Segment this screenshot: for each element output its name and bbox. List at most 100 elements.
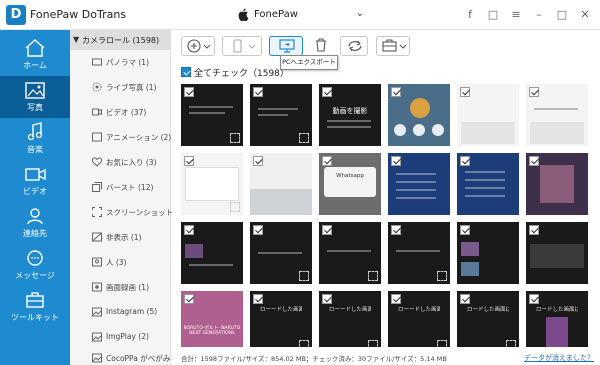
photo-thumbnail[interactable]: Whatsapp	[319, 153, 381, 215]
album-item[interactable]: バースト (12)	[70, 177, 171, 197]
thumb-checkbox[interactable]	[391, 294, 401, 304]
device-selector[interactable]: FonePaw ⌄	[238, 6, 364, 24]
album-item[interactable]: スクリーンショット (1490)	[70, 202, 200, 222]
thumb-checkbox[interactable]	[460, 156, 470, 166]
album-label: お気に入り (3)	[106, 158, 157, 167]
photo-thumbnail[interactable]	[388, 84, 450, 146]
thumb-checkbox[interactable]	[322, 294, 332, 304]
maximize-icon[interactable]: □	[553, 6, 571, 24]
delete-icon	[316, 38, 326, 52]
photo-thumbnail[interactable]	[319, 222, 381, 284]
expand-icon[interactable]	[299, 271, 309, 281]
delete-button[interactable]	[311, 36, 331, 56]
thumb-checkbox[interactable]	[184, 225, 194, 235]
photo-thumbnail[interactable]	[250, 222, 312, 284]
expand-icon[interactable]	[437, 340, 447, 347]
thumb-checkbox[interactable]	[322, 225, 332, 235]
photo-thumbnail[interactable]	[526, 84, 588, 146]
nav-item-video[interactable]: ビデオ	[0, 160, 70, 202]
expand-icon[interactable]	[299, 133, 309, 143]
nav-item-photos[interactable]: 写真	[0, 76, 70, 118]
photo-thumbnail[interactable]	[181, 222, 243, 284]
expand-icon[interactable]	[506, 340, 516, 347]
minimize-icon[interactable]: –	[530, 6, 548, 24]
panorama-icon	[92, 58, 102, 66]
export-to-device-button[interactable]	[222, 36, 262, 56]
thumb-checkbox[interactable]	[391, 225, 401, 235]
thumb-checkbox[interactable]	[460, 294, 470, 304]
album-camera-roll[interactable]: ▼ カメラロール (1598)	[70, 30, 171, 50]
expand-icon[interactable]	[437, 271, 447, 281]
photo-thumbnail[interactable]	[181, 84, 243, 146]
photo-thumbnail[interactable]: ロードした画面はありません	[526, 291, 588, 347]
nav-item-messages[interactable]: メッセージ	[0, 244, 70, 286]
thumb-checkbox[interactable]	[322, 87, 332, 97]
nav-item-music[interactable]: 音楽	[0, 118, 70, 160]
photo-thumbnail[interactable]	[388, 222, 450, 284]
expand-icon[interactable]	[368, 271, 378, 281]
album-item[interactable]: ImgPlay (2)	[70, 327, 171, 347]
close-icon[interactable]: ✕	[576, 6, 594, 24]
thumb-checkbox[interactable]	[460, 87, 470, 97]
photo-thumbnail[interactable]	[526, 153, 588, 215]
thumb-checkbox[interactable]	[253, 156, 263, 166]
thumb-checkbox[interactable]	[184, 294, 194, 304]
data-lost-link[interactable]: データが消えました？	[524, 353, 594, 363]
photo-thumbnail[interactable]	[457, 153, 519, 215]
thumb-checkbox[interactable]	[184, 87, 194, 97]
thumb-checkbox[interactable]	[253, 87, 263, 97]
album-item[interactable]: 画面録画 (1)	[70, 277, 171, 297]
nav-item-toolkit[interactable]: ツールキット	[0, 286, 70, 328]
nav-item-contacts[interactable]: 連絡先	[0, 202, 70, 244]
photo-thumbnail[interactable]: ローードした画面はありません	[388, 291, 450, 347]
photo-thumbnail[interactable]	[388, 153, 450, 215]
album-item[interactable]: CocoPPa がべがみ (2)	[70, 348, 183, 365]
album-item[interactable]: ライブ写真 (1)	[70, 77, 171, 97]
menu-icon[interactable]: ≡	[507, 6, 525, 24]
caret-down-icon[interactable]: ▼	[73, 35, 79, 44]
photo-thumbnail[interactable]: ロードした画面はありません	[457, 291, 519, 347]
photo-thumbnail[interactable]: ローードした画面はありません	[319, 291, 381, 347]
nav-item-home[interactable]: ホーム	[0, 34, 70, 76]
album-item[interactable]: 人 (3)	[70, 252, 171, 272]
photo-thumbnail[interactable]	[526, 222, 588, 284]
album-item[interactable]: パノラマ (1)	[70, 52, 171, 72]
thumb-checkbox[interactable]	[391, 156, 401, 166]
thumb-checkbox[interactable]	[529, 87, 539, 97]
export-to-pc-button[interactable]	[269, 36, 303, 56]
album-label: Instagram (5)	[106, 307, 158, 316]
thumb-checkbox[interactable]	[391, 87, 401, 97]
photo-thumbnail[interactable]	[457, 84, 519, 146]
thumb-checkbox[interactable]	[460, 225, 470, 235]
expand-icon[interactable]	[230, 202, 240, 212]
album-item[interactable]: 非表示 (1)	[70, 227, 171, 247]
photo-thumbnail[interactable]	[250, 84, 312, 146]
photo-thumbnail[interactable]	[457, 222, 519, 284]
expand-icon[interactable]	[368, 340, 378, 347]
thumb-checkbox[interactable]	[529, 225, 539, 235]
add-button[interactable]	[181, 36, 215, 56]
expand-icon[interactable]	[299, 340, 309, 347]
toolbox-button[interactable]	[376, 36, 410, 56]
refresh-button[interactable]	[340, 36, 368, 56]
thumb-checkbox[interactable]	[529, 156, 539, 166]
thumb-checkbox[interactable]	[184, 156, 194, 166]
photo-thumbnail[interactable]: ローードした画面はありません	[250, 291, 312, 347]
photo-thumbnail[interactable]	[181, 153, 243, 215]
checkbox-checked[interactable]	[181, 67, 191, 77]
photo-thumbnail[interactable]: BORUTO-ボルト- NARUTO NEXT GENERATIONS	[181, 291, 243, 347]
thumb-checkbox[interactable]	[322, 156, 332, 166]
photo-thumbnail[interactable]: 動画を撮影	[319, 84, 381, 146]
album-item[interactable]: アニメーション (2)	[70, 127, 171, 147]
album-item[interactable]: ビデオ (37)	[70, 102, 171, 122]
album-item[interactable]: お気に入り (3)	[70, 152, 171, 172]
photo-thumbnail[interactable]	[250, 153, 312, 215]
thumb-checkbox[interactable]	[253, 225, 263, 235]
thumb-checkbox[interactable]	[253, 294, 263, 304]
thumb-checkbox[interactable]	[529, 294, 539, 304]
album-item[interactable]: Instagram (5)	[70, 302, 171, 322]
feedback-icon[interactable]: □	[484, 6, 502, 24]
expand-icon[interactable]	[230, 133, 240, 143]
chevron-down-icon[interactable]: ⌄	[356, 8, 364, 19]
facebook-icon[interactable]: f	[461, 6, 479, 24]
